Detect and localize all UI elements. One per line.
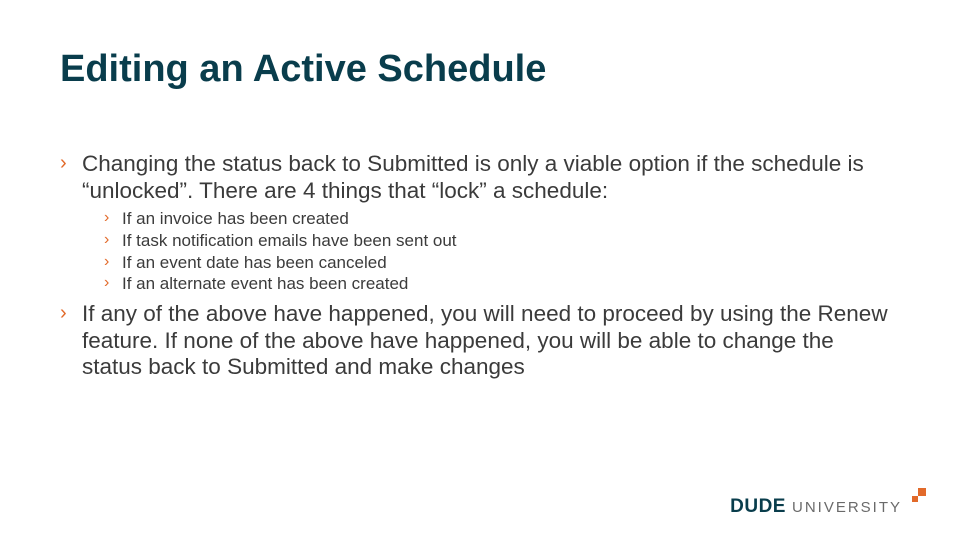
list-item-text: Changing the status back to Submitted is… [82, 151, 864, 203]
logo-suffix-text: UNIVERSITY [792, 499, 902, 516]
list-item: Changing the status back to Submitted is… [60, 151, 900, 295]
list-item: If an event date has been canceled [104, 252, 900, 274]
list-item: If task notification emails have been se… [104, 230, 900, 252]
list-item-text: If an alternate event has been created [122, 274, 408, 293]
sub-bullet-list: If an invoice has been created If task n… [82, 208, 900, 295]
slide-title: Editing an Active Schedule [60, 48, 900, 91]
logo-mark-icon [908, 488, 926, 506]
list-item: If an invoice has been created [104, 208, 900, 230]
bullet-list: Changing the status back to Submitted is… [60, 151, 900, 381]
logo-brand-text: DUDE [730, 496, 786, 518]
list-item: If an alternate event has been created [104, 273, 900, 295]
list-item-text: If an invoice has been created [122, 209, 349, 228]
list-item: If any of the above have happened, you w… [60, 301, 900, 381]
list-item-text: If an event date has been canceled [122, 253, 387, 272]
footer-logo: DUDE UNIVERSITY [730, 494, 926, 518]
list-item-text: If any of the above have happened, you w… [82, 301, 888, 379]
list-item-text: If task notification emails have been se… [122, 231, 457, 250]
slide: Editing an Active Schedule Changing the … [0, 0, 960, 540]
